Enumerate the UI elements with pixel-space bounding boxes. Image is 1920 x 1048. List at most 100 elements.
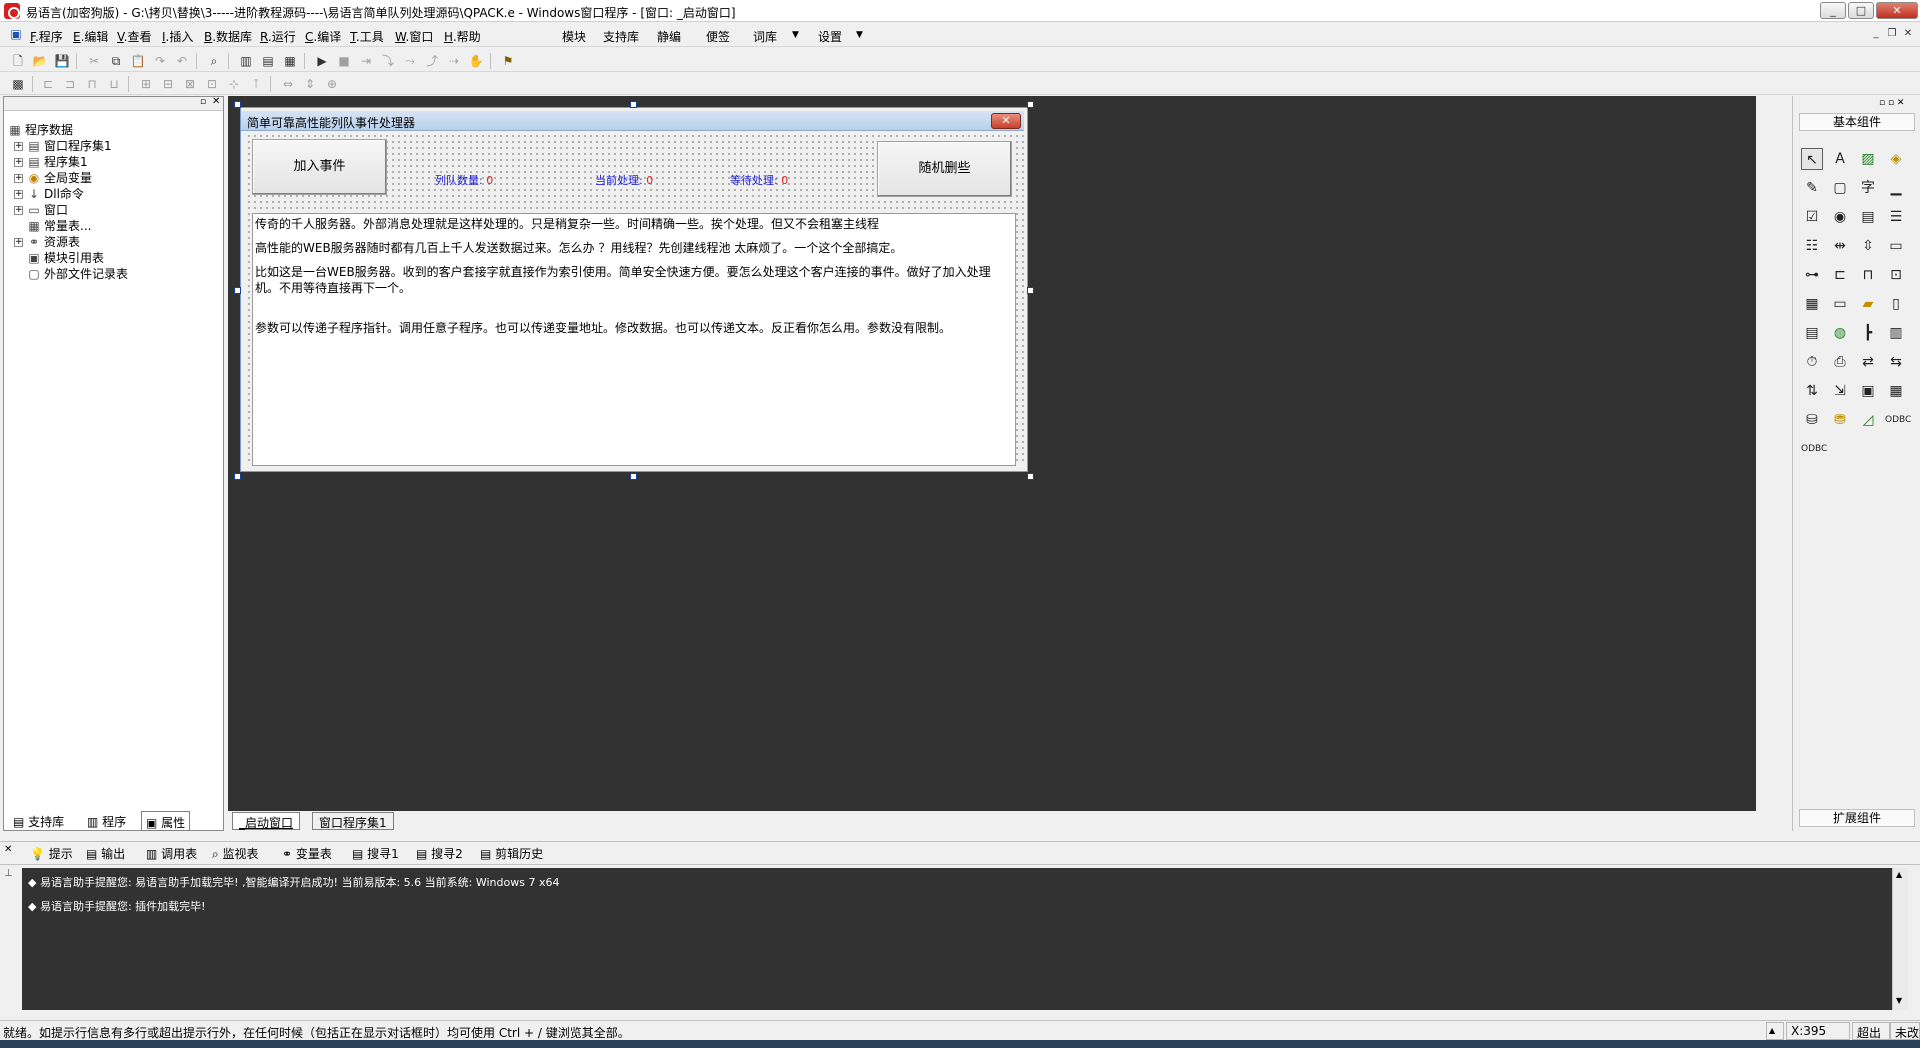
align-left-icon[interactable]: ⊏: [40, 76, 56, 92]
tab-search1[interactable]: ▤ 搜寻1: [352, 845, 399, 862]
same-size-icon[interactable]: ⊹: [226, 76, 242, 92]
option-box-icon[interactable]: ⊏: [1829, 264, 1851, 286]
h-scroll-icon[interactable]: ⇹: [1829, 235, 1851, 257]
picture-box-icon[interactable]: ▨: [1857, 148, 1879, 170]
scroll-down-icon[interactable]: ▼: [1896, 996, 1902, 1005]
align-bottom-icon[interactable]: ⊔: [106, 76, 122, 92]
save-icon[interactable]: 💾: [54, 53, 70, 69]
settings-dropdown-icon[interactable]: ▼: [856, 30, 863, 40]
random-delete-button[interactable]: 随机删些: [877, 141, 1012, 197]
redo-icon[interactable]: ↷: [152, 53, 168, 69]
radio-icon[interactable]: ◉: [1829, 206, 1851, 228]
folder-icon[interactable]: ▰: [1857, 293, 1879, 315]
menu-view[interactable]: V.查看: [117, 28, 152, 45]
tree-item-global-vars[interactable]: + ◉ 全局变量: [14, 169, 92, 185]
close-button[interactable]: ✕: [1876, 2, 1918, 19]
step-out-icon[interactable]: ⤴: [424, 53, 440, 69]
shape-icon[interactable]: ◈: [1885, 148, 1907, 170]
odbc-icon[interactable]: ODBC: [1885, 409, 1911, 431]
tab-properties[interactable]: ▣ 属性: [141, 811, 191, 831]
step-over-icon[interactable]: ⤳: [402, 53, 418, 69]
paste-icon[interactable]: 📋: [130, 53, 146, 69]
menu-word-lib[interactable]: 词库: [753, 28, 777, 45]
timer-icon[interactable]: ⏱: [1801, 351, 1823, 373]
menu-static-compile[interactable]: 静编: [657, 28, 681, 45]
tab-startup-window[interactable]: _启动窗口: [232, 812, 301, 830]
list-box-icon[interactable]: ☰: [1885, 206, 1907, 228]
cut-icon[interactable]: ✂: [86, 53, 102, 69]
menu-insert[interactable]: I.插入: [162, 28, 193, 45]
client-icon[interactable]: ⇆: [1885, 351, 1907, 373]
space-vertical-icon[interactable]: ⊡: [204, 76, 220, 92]
calendar-icon[interactable]: ▦: [1801, 293, 1823, 315]
menu-compile[interactable]: C.编译: [305, 28, 341, 45]
panel-close-icon[interactable]: ✕: [212, 96, 220, 107]
text-icon[interactable]: 字: [1857, 177, 1879, 199]
align-top-icon[interactable]: ⊓: [84, 76, 100, 92]
output-pin-icon[interactable]: ⊥: [4, 868, 13, 879]
image-list-icon[interactable]: ⊡: [1885, 264, 1907, 286]
checklist-icon[interactable]: ☷: [1801, 235, 1823, 257]
stop-icon[interactable]: ■: [336, 53, 352, 69]
tree-item-resources[interactable]: + ⚭ 资源表: [14, 233, 80, 249]
toolbar-component-icon[interactable]: ┣: [1857, 322, 1879, 344]
grid-component-icon[interactable]: ▦: [1885, 380, 1907, 402]
tab-window-program-set[interactable]: 窗口程序集1: [312, 812, 394, 830]
panel-pin-icon[interactable]: ▫ ▫ ✕: [1879, 98, 1904, 108]
extended-components-footer[interactable]: 扩展组件: [1799, 809, 1915, 827]
menu-window[interactable]: W.窗口: [395, 28, 433, 45]
tab-control-icon[interactable]: ⊓: [1857, 264, 1879, 286]
menu-support-lib[interactable]: 支持库: [603, 28, 639, 45]
chart-component-icon[interactable]: ◿: [1857, 409, 1879, 431]
maximize-button[interactable]: □: [1848, 2, 1874, 19]
space-horizontal-icon[interactable]: ⊠: [182, 76, 198, 92]
tree-item-program-set[interactable]: + ▤ 程序集1: [14, 153, 88, 169]
layout-left-icon[interactable]: ▥: [238, 53, 254, 69]
undo-icon[interactable]: ↶: [174, 53, 190, 69]
drag-icon[interactable]: ⇲: [1829, 380, 1851, 402]
data-source-icon[interactable]: ⛃: [1829, 409, 1851, 431]
progress-icon[interactable]: ▭: [1885, 235, 1907, 257]
tab-hint[interactable]: 💡 提示: [30, 845, 73, 862]
edit-box-icon[interactable]: ✎: [1801, 177, 1823, 199]
resize-handle[interactable]: [234, 101, 241, 108]
center-form-icon[interactable]: ⊕: [324, 76, 340, 92]
menu-notes[interactable]: 便签: [706, 28, 730, 45]
table-icon[interactable]: ▤: [1801, 322, 1823, 344]
layout-top-icon[interactable]: ▤: [260, 53, 276, 69]
window-component-icon[interactable]: ▣: [1857, 380, 1879, 402]
same-width-icon[interactable]: ⇔: [280, 76, 296, 92]
resize-handle[interactable]: [234, 473, 241, 480]
tree-item-dll-commands[interactable]: + ↓ Dll命令: [14, 185, 84, 201]
v-scroll-icon[interactable]: ⇳: [1857, 235, 1879, 257]
center-horizontal-icon[interactable]: ⊞: [138, 76, 154, 92]
step-into-icon[interactable]: ⤵: [380, 53, 396, 69]
menu-module[interactable]: 模块: [562, 28, 586, 45]
color-picker-icon[interactable]: ◍: [1829, 322, 1851, 344]
database-component-icon[interactable]: ⛁: [1801, 409, 1823, 431]
app-menu-icon[interactable]: ▣: [8, 26, 24, 42]
printer-icon[interactable]: ⎙: [1829, 351, 1851, 373]
tree-item-window[interactable]: + ▭ 窗口: [14, 201, 68, 217]
run-icon[interactable]: ▶: [314, 53, 330, 69]
layout-grid-icon[interactable]: ▦: [282, 53, 298, 69]
scroll-up-icon[interactable]: ▲: [1896, 870, 1902, 879]
minimize-button[interactable]: _: [1820, 2, 1846, 19]
tree-item-module-refs[interactable]: ▣ 模块引用表: [27, 249, 104, 265]
slider-icon[interactable]: ⊶: [1801, 264, 1823, 286]
tab-support-lib[interactable]: ▤ 支持库: [9, 811, 68, 831]
status-up-icon[interactable]: ▲: [1766, 1022, 1784, 1040]
combo-box-icon[interactable]: ▤: [1857, 206, 1879, 228]
same-height-icon[interactable]: ⊺: [248, 76, 264, 92]
menu-tools[interactable]: T.工具: [350, 28, 384, 45]
tree-root[interactable]: ▦ 程序数据: [8, 121, 73, 137]
label-component-icon[interactable]: A: [1829, 148, 1851, 170]
resize-handle[interactable]: [630, 473, 637, 480]
menu-help[interactable]: H.帮助: [444, 28, 481, 45]
grid-toggle-icon[interactable]: ▩: [10, 76, 26, 92]
mdi-restore-icon[interactable]: ❐: [1884, 27, 1900, 41]
resize-handle[interactable]: [1027, 473, 1034, 480]
resize-handle[interactable]: [1027, 101, 1034, 108]
group-box-icon[interactable]: ▢: [1829, 177, 1851, 199]
line-icon[interactable]: ▁: [1885, 177, 1907, 199]
